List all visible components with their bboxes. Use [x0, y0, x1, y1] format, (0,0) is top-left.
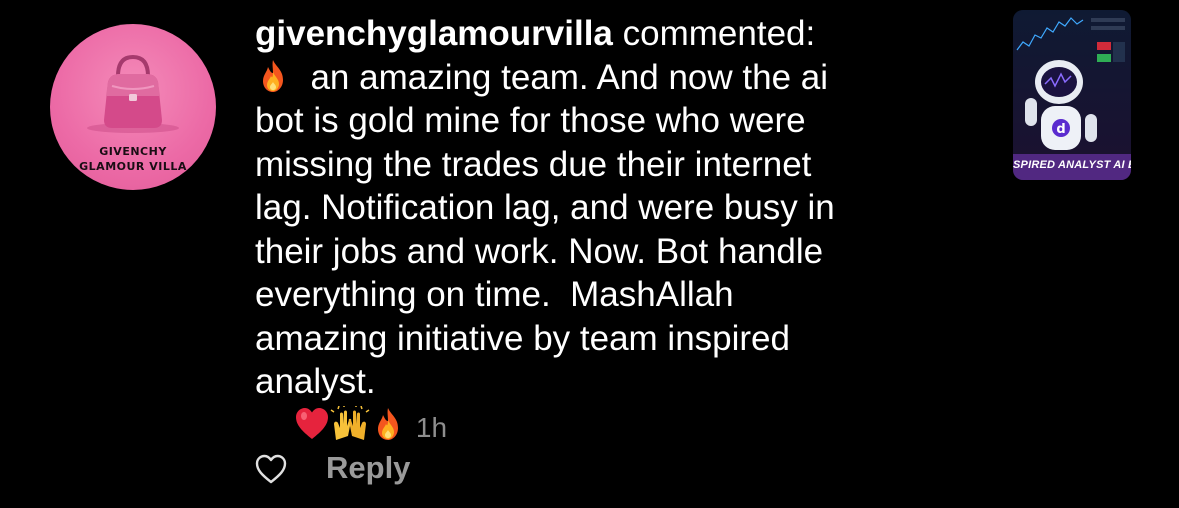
comment-text: givenchyglamourvilla commented: an amazi… — [255, 12, 975, 449]
reply-button[interactable]: Reply — [326, 450, 410, 486]
comment-line-8: analyst. 1h — [255, 360, 975, 449]
robot-icon: d — [1013, 10, 1131, 180]
comment-line-5: their jobs and work. Now. Bot handle — [255, 231, 824, 271]
avatar-brand-line2: GLAMOUR VILLA — [79, 160, 187, 173]
heart-outline-icon[interactable] — [254, 452, 288, 486]
red-heart-emoji-icon — [295, 407, 328, 439]
comment-timestamp: 1h — [415, 411, 448, 443]
comment-line-1: an amazing team. And now the ai — [255, 56, 975, 100]
raising-hands-emoji-icon — [330, 405, 370, 440]
avatar[interactable]: GIVENCHY GLAMOUR VILLA — [50, 24, 216, 190]
fire-emoji-icon — [377, 407, 398, 440]
comment-line-3: missing the trades due their internet — [255, 144, 812, 184]
comment-line-2: bot is gold mine for those who were — [255, 101, 806, 140]
comment-line-8-text: analyst. — [255, 362, 376, 401]
svg-text:d: d — [1056, 122, 1065, 137]
username[interactable]: givenchyglamourvilla — [255, 14, 613, 53]
fire-emoji-icon — [263, 59, 283, 92]
post-thumbnail[interactable]: d SPIRED ANALYST AI B — [1013, 10, 1131, 180]
comment-action-label: commented: — [622, 14, 816, 53]
comment-line-6: everything on time. MashAllah — [255, 275, 734, 314]
comment-header-line: givenchyglamourvilla commented: — [255, 12, 975, 56]
thumbnail-caption: SPIRED ANALYST AI B — [1013, 159, 1131, 171]
avatar-brand-line1: GIVENCHY — [99, 145, 167, 158]
comment-line-4: lag. Notification lag, and were busy in — [255, 188, 835, 227]
comment-line-7: amazing initiative by team inspired — [255, 318, 790, 358]
comment-line-1-text: an amazing team. And now the ai — [310, 57, 829, 97]
